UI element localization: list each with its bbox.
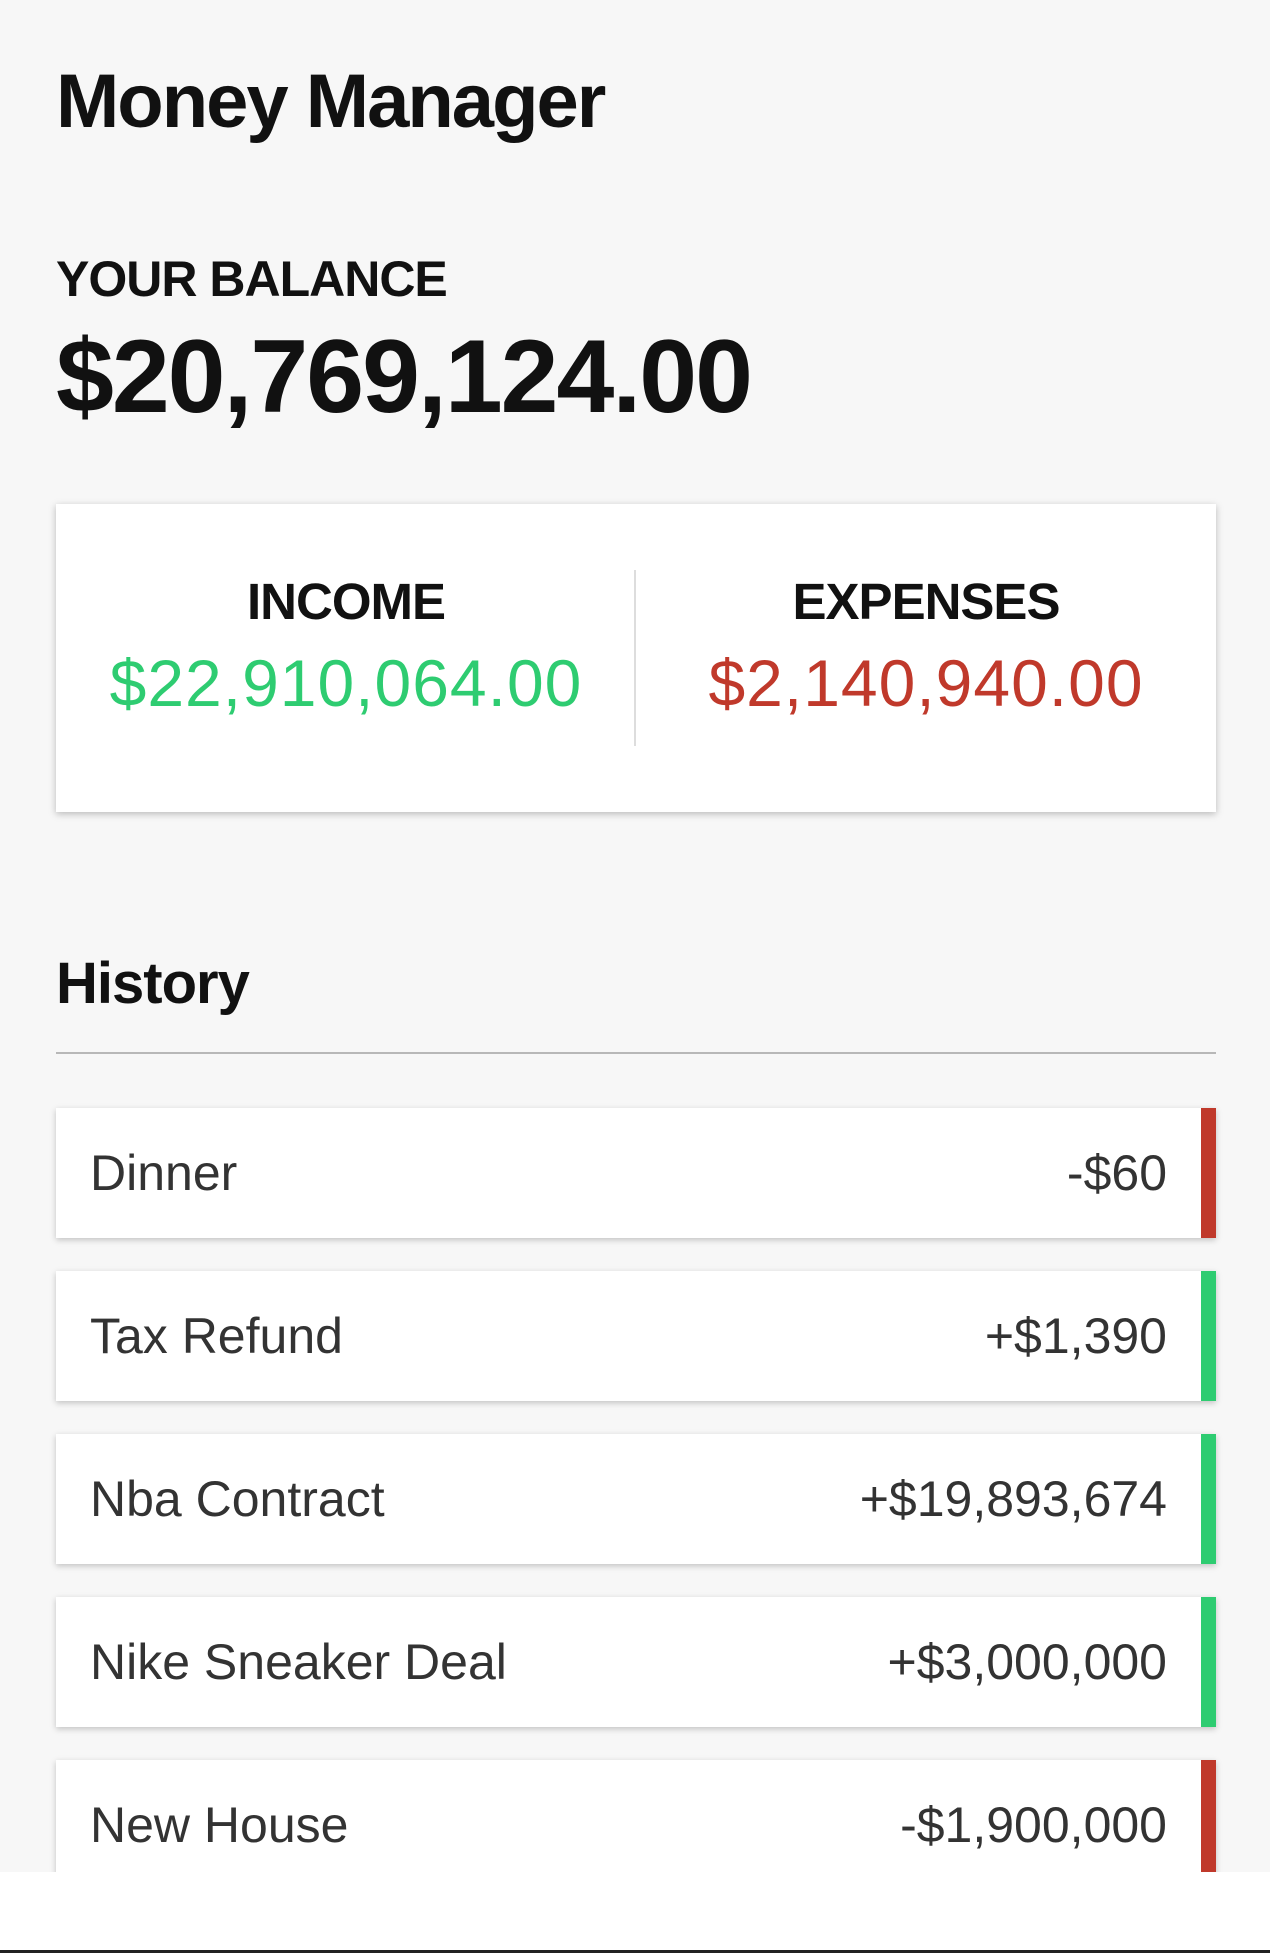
app-viewport: Money Manager YOUR BALANCE $20,769,124.0… xyxy=(0,0,1270,1872)
history-title: History xyxy=(56,951,250,1016)
history-item-tax-refund[interactable]: Tax Refund +$1,390 xyxy=(56,1271,1216,1401)
balance-label: YOUR BALANCE xyxy=(56,251,448,307)
history-item-nba-contract[interactable]: Nba Contract +$19,893,674 xyxy=(56,1434,1216,1564)
history-item-amount: +$3,000,000 xyxy=(887,1634,1167,1690)
app-title: Money Manager xyxy=(56,59,606,144)
history-item-text: Dinner xyxy=(90,1145,238,1201)
history-item-text: Nba Contract xyxy=(90,1471,385,1527)
history-item-amount: +$1,390 xyxy=(984,1308,1167,1364)
history-item-amount: -$1,900,000 xyxy=(900,1797,1167,1853)
history-item-text: Nike Sneaker Deal xyxy=(90,1634,507,1690)
income-expense-card: INCOME $22,910,064.00 EXPENSES $2,140,94… xyxy=(56,504,1216,812)
balance-value: $20,769,124.00 xyxy=(56,319,753,435)
history-list: Dinner -$60 Tax Refund +$1,390 Nba Contr… xyxy=(56,1108,1216,1872)
history-item-nike-sneaker-deal[interactable]: Nike Sneaker Deal +$3,000,000 xyxy=(56,1597,1216,1727)
income-column: INCOME $22,910,064.00 xyxy=(56,572,636,721)
history-item-amount: -$60 xyxy=(1066,1145,1167,1201)
income-label: INCOME xyxy=(247,573,446,630)
history-item-text: New House xyxy=(90,1797,349,1853)
expenses-label: EXPENSES xyxy=(792,573,1061,630)
history-item-dinner[interactable]: Dinner -$60 xyxy=(56,1108,1216,1238)
income-amount: $22,910,064.00 xyxy=(109,646,583,720)
history-divider xyxy=(56,1052,1216,1054)
expenses-amount: $2,140,940.00 xyxy=(708,646,1144,720)
history-item-amount: +$19,893,674 xyxy=(859,1471,1167,1527)
history-item-text: Tax Refund xyxy=(90,1308,343,1364)
expenses-column: EXPENSES $2,140,940.00 xyxy=(636,572,1216,721)
history-item-new-house[interactable]: New House -$1,900,000 xyxy=(56,1760,1216,1872)
